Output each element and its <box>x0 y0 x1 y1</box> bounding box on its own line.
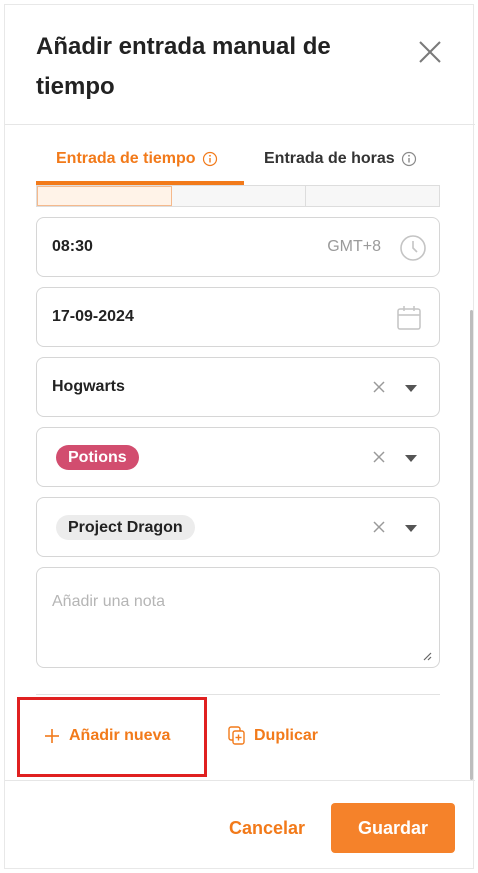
tab-hours-entry[interactable]: Entrada de horas <box>264 133 417 185</box>
clock-icon[interactable] <box>399 234 427 262</box>
timezone-label: GMT+8 <box>327 238 381 255</box>
duplicate-button[interactable]: Duplicar <box>228 720 318 752</box>
calendar-icon[interactable] <box>395 304 423 332</box>
duplicate-label: Duplicar <box>254 727 319 744</box>
segment-option[interactable] <box>306 186 439 206</box>
chevron-down-icon[interactable] <box>405 525 417 533</box>
tab-time-entry-label: Entrada de tiempo <box>56 150 196 167</box>
time-field[interactable]: 08:30 GMT+8 <box>36 217 440 277</box>
project-tag: Potions <box>56 445 139 470</box>
divider <box>36 694 440 695</box>
chevron-down-icon[interactable] <box>405 385 417 393</box>
date-value: 17-09-2024 <box>52 308 134 325</box>
client-value: Hogwarts <box>52 378 125 395</box>
segment-option[interactable] <box>37 186 172 206</box>
project-select[interactable]: Potions <box>36 427 440 487</box>
manual-time-entry-dialog: Añadir entrada manual de tiempo Entrada … <box>4 4 475 870</box>
clear-icon[interactable] <box>371 379 387 395</box>
segment-option[interactable] <box>172 186 306 206</box>
chevron-down-icon[interactable] <box>405 455 417 463</box>
save-button[interactable]: Guardar <box>331 803 455 853</box>
note-input[interactable] <box>38 569 438 666</box>
resize-handle-icon[interactable] <box>422 651 432 661</box>
scrollbar[interactable] <box>470 310 473 780</box>
clear-icon[interactable] <box>371 449 387 465</box>
tab-time-entry[interactable]: Entrada de tiempo <box>56 133 218 185</box>
close-icon[interactable] <box>415 37 445 67</box>
info-icon[interactable] <box>202 151 218 167</box>
dialog-footer: Cancelar Guardar <box>5 780 475 870</box>
dialog-title: Añadir entrada manual de tiempo <box>36 33 331 100</box>
task-tag: Project Dragon <box>56 515 195 540</box>
clear-icon[interactable] <box>371 519 387 535</box>
dialog-header: Añadir entrada manual de tiempo <box>5 5 475 125</box>
tab-hours-entry-label: Entrada de horas <box>264 150 395 167</box>
time-value: 08:30 <box>52 238 93 255</box>
cancel-button[interactable]: Cancelar <box>229 807 305 849</box>
client-select[interactable]: Hogwarts <box>36 357 440 417</box>
duplicate-icon <box>228 726 245 745</box>
date-field[interactable]: 17-09-2024 <box>36 287 440 347</box>
note-field <box>36 567 440 668</box>
task-select[interactable]: Project Dragon <box>36 497 440 557</box>
info-icon[interactable] <box>401 151 417 167</box>
highlight-box <box>17 697 207 777</box>
segment-selector <box>36 185 440 207</box>
entry-tabs: Entrada de tiempo Entrada de horas <box>36 133 440 185</box>
